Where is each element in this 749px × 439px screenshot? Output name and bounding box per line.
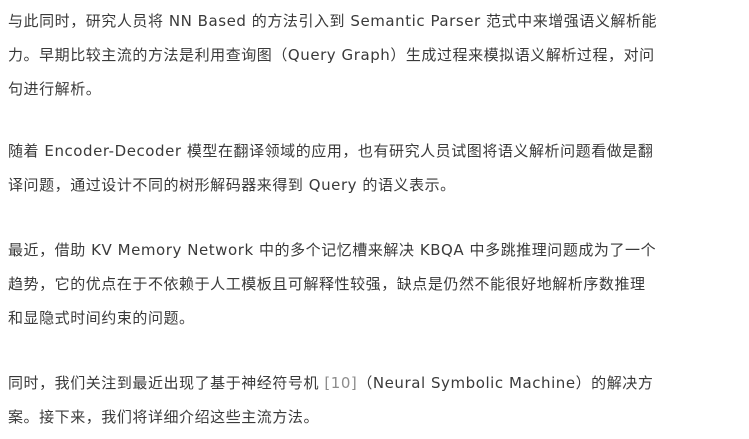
paragraph-line: 趋势，它的优点在于不依赖于人工模板且可解释性较强，缺点是仍然不能很好地解析序数推…: [8, 275, 646, 293]
paragraph-line: 同时，我们关注到最近出现了基于神经符号机 [10]（Neural Symboli…: [0, 366, 653, 400]
paragraph-encoder-decoder: 随着 Encoder-Decoder 模型在翻译领域的应用，也有研究人员试图将语…: [0, 134, 653, 202]
paragraph-line: 案。接下来，我们将详细介绍这些主流方法。: [8, 408, 320, 426]
reference-link[interactable]: [10]: [324, 374, 357, 392]
paragraph-line: 最近，借助 KV Memory Network 中的多个记忆槽来解决 KBQA …: [8, 241, 657, 259]
paragraph-kv-memory-network: 最近，借助 KV Memory Network 中的多个记忆槽来解决 KBQA …: [0, 233, 656, 335]
paragraph-line: 与此同时，研究人员将 NN Based 的方法引入到 Semantic Pars…: [8, 12, 658, 30]
paragraph-line: 和显隐式时间约束的问题。: [8, 309, 195, 327]
article-body: 与此同时，研究人员将 NN Based 的方法引入到 Semantic Pars…: [0, 0, 749, 439]
paragraph-neural-symbolic-machine: 同时，我们关注到最近出现了基于神经符号机 [10]（Neural Symboli…: [0, 366, 653, 434]
paragraph-line: 力。早期比较主流的方法是利用查询图（Query Graph）生成过程来模拟语义解…: [8, 46, 655, 64]
paragraph-nn-based-semantic-parser: 与此同时，研究人员将 NN Based 的方法引入到 Semantic Pars…: [0, 4, 657, 106]
line-text-before-reference: 同时，我们关注到最近出现了基于神经符号机: [8, 374, 325, 392]
line-text-after-reference: （Neural Symbolic Machine）的解决方: [357, 374, 654, 392]
paragraph-line: 句进行解析。: [8, 80, 102, 98]
paragraph-line: 译问题，通过设计不同的树形解码器来得到 Query 的语义表示。: [8, 176, 456, 194]
paragraph-line: 随着 Encoder-Decoder 模型在翻译领域的应用，也有研究人员试图将语…: [8, 142, 654, 160]
